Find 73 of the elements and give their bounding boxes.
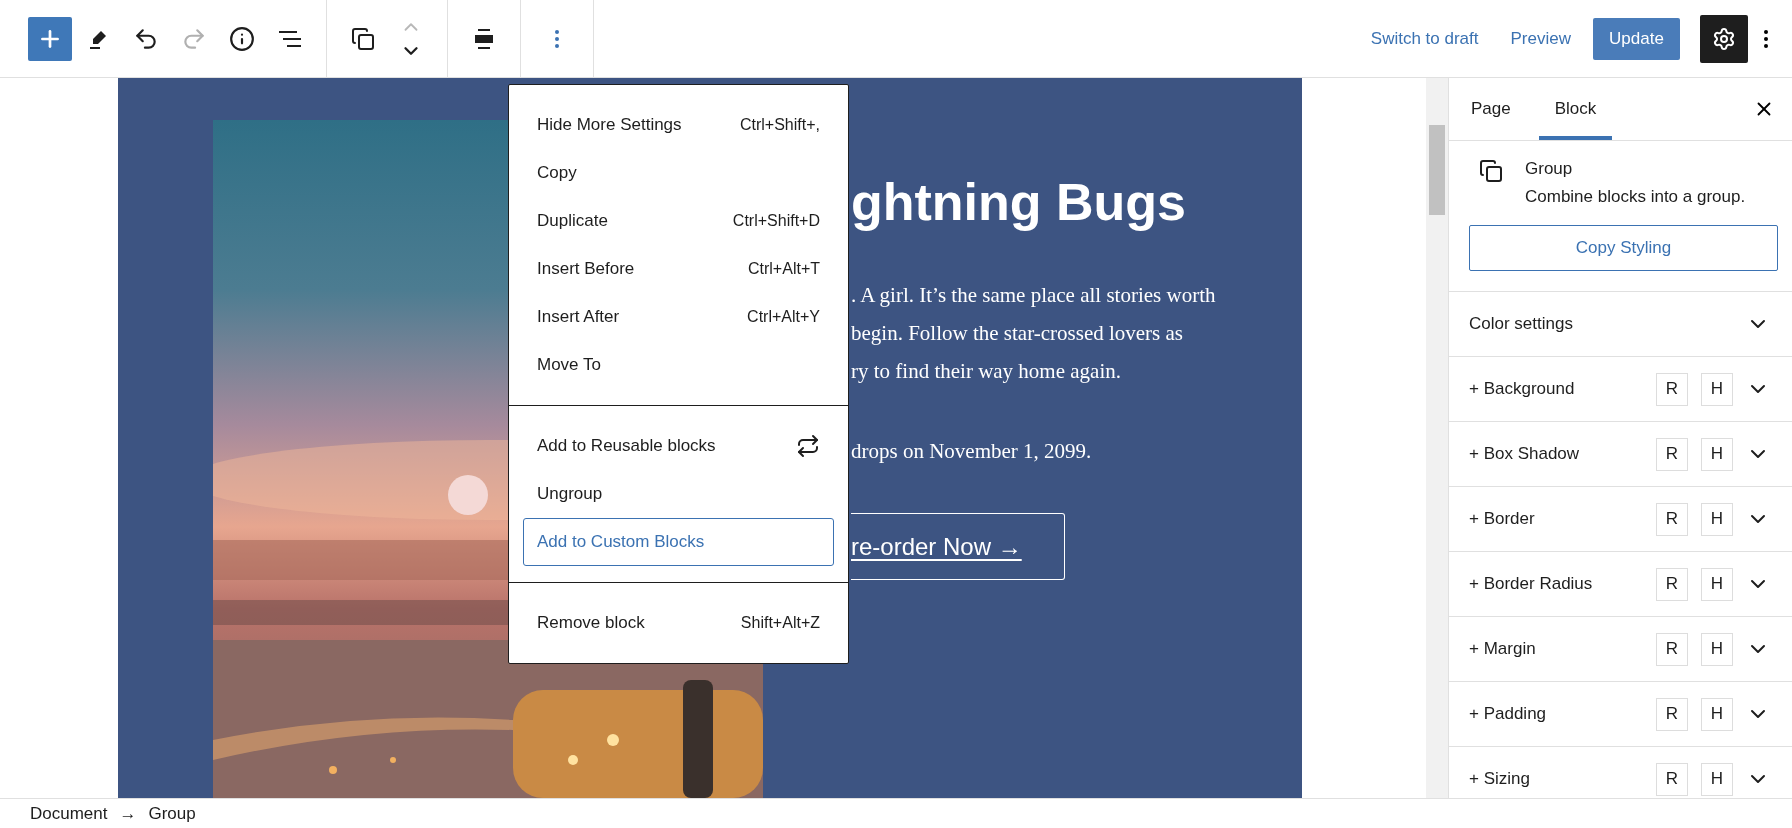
scrollbar-thumb[interactable]: [1429, 125, 1445, 215]
menu-item[interactable]: Move To: [523, 341, 834, 389]
description-line: begin. Follow the star-crossed lovers as: [851, 320, 1183, 347]
more-icon: [555, 29, 559, 48]
panel-label: + Background: [1469, 379, 1576, 399]
breadcrumb-link[interactable]: Document: [30, 803, 108, 824]
style-toggle-button[interactable]: H: [1701, 437, 1733, 471]
settings-panel-row[interactable]: Color settings: [1449, 292, 1792, 357]
copy-styling-button[interactable]: Copy Styling: [1469, 225, 1778, 271]
style-toggle-button[interactable]: H: [1701, 502, 1733, 536]
menu-item[interactable]: Remove block Shift+Alt+Z: [523, 599, 834, 647]
group-icon: [351, 26, 375, 51]
style-toggle-button[interactable]: R: [1656, 697, 1688, 731]
align-icon: [473, 26, 495, 51]
sidebar-tab[interactable]: Page: [1455, 78, 1527, 140]
description-line: ry to find their way home again.: [851, 358, 1121, 385]
menu-item[interactable]: Add to Custom Blocks: [523, 518, 834, 566]
breadcrumb-link[interactable]: Group: [148, 803, 196, 824]
style-toggle-button[interactable]: R: [1656, 567, 1688, 601]
style-toggle-button[interactable]: H: [1701, 762, 1733, 796]
panel-label: + Margin: [1469, 639, 1537, 659]
shortcut-text: Ctrl+Alt+T: [748, 260, 820, 278]
release-date-text: drops on November 1, 2099.: [851, 438, 1092, 465]
style-toggle-button[interactable]: R: [1656, 632, 1688, 666]
menu-item[interactable]: Add to Reusable blocks: [523, 422, 834, 470]
menu-item[interactable]: Duplicate Ctrl+Shift+D: [523, 197, 834, 245]
shortcut-text: Ctrl+Shift+,: [739, 116, 820, 134]
panel-label: + Border: [1469, 509, 1536, 529]
book-title: ghtning Bugs: [851, 172, 1187, 233]
settings-panel-row[interactable]: + Sizing R H: [1449, 747, 1792, 798]
settings-button[interactable]: [1700, 14, 1748, 63]
block-title: Group: [1525, 159, 1574, 179]
settings-panel-row[interactable]: + Padding R H: [1449, 682, 1792, 747]
settings-panel-row[interactable]: + Box Shadow R H: [1449, 422, 1792, 487]
settings-panel-row[interactable]: + Border R H: [1449, 487, 1792, 552]
panel-label: + Sizing: [1469, 769, 1531, 789]
menu-item[interactable]: Hide More Settings Ctrl+Shift+,: [523, 101, 834, 149]
style-toggle-button[interactable]: H: [1701, 372, 1733, 406]
preorder-button[interactable]: re-order Now →: [851, 513, 1065, 580]
panel-label: + Box Shadow: [1469, 444, 1581, 464]
sidebar-tab[interactable]: Block: [1538, 78, 1613, 140]
settings-icon: [1712, 26, 1736, 51]
breadcrumb-separator: →: [119, 803, 137, 824]
switch-to-draft-button[interactable]: Switch to draft: [1354, 17, 1495, 60]
update-button[interactable]: Update: [1593, 17, 1680, 60]
add-block-button[interactable]: [28, 16, 72, 61]
more-icon: [1764, 29, 1768, 48]
shortcut-text: Ctrl+Shift+D: [732, 212, 820, 230]
menu-item[interactable]: Insert After Ctrl+Alt+Y: [523, 293, 834, 341]
description-line: . A girl. It’s the same place all stories worth: [851, 282, 1216, 309]
menu-item[interactable]: Ungroup: [523, 470, 834, 518]
style-toggle-button[interactable]: R: [1656, 762, 1688, 796]
repeat-icon: [796, 434, 820, 458]
style-toggle-button[interactable]: R: [1656, 502, 1688, 536]
group-icon: [1479, 159, 1503, 183]
shortcut-text: Shift+Alt+Z: [740, 614, 820, 632]
menu-item[interactable]: Copy: [523, 149, 834, 197]
panel-label: Color settings: [1469, 314, 1574, 334]
panel-label: + Padding: [1469, 704, 1548, 724]
block-description: Combine blocks into a group.: [1525, 187, 1746, 207]
style-toggle-button[interactable]: H: [1701, 632, 1733, 666]
settings-panel-row[interactable]: + Margin R H: [1449, 617, 1792, 682]
settings-panel-row[interactable]: + Border Radius R H: [1449, 552, 1792, 617]
panel-label: + Border Radius: [1469, 574, 1594, 594]
style-toggle-button[interactable]: R: [1656, 372, 1688, 406]
menu-item[interactable]: Insert Before Ctrl+Alt+T: [523, 245, 834, 293]
style-toggle-button[interactable]: H: [1701, 697, 1733, 731]
style-toggle-button[interactable]: R: [1656, 437, 1688, 471]
style-toggle-button[interactable]: H: [1701, 567, 1733, 601]
shortcut-text: Ctrl+Alt+Y: [747, 308, 820, 326]
preview-button[interactable]: Preview: [1494, 17, 1587, 60]
settings-panel-row[interactable]: + Background R H: [1449, 357, 1792, 422]
info-icon: [229, 25, 255, 52]
